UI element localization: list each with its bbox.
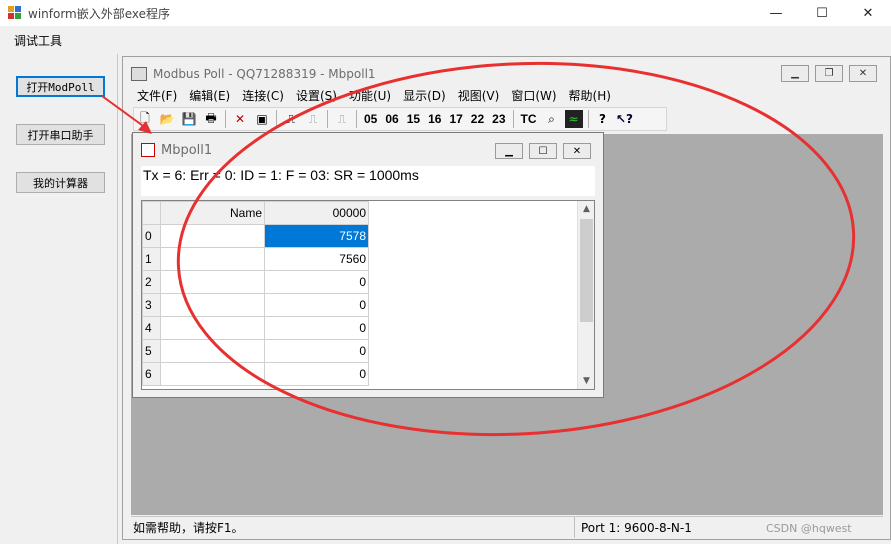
menu-functions[interactable]: 功能(U) xyxy=(349,87,391,105)
header-address[interactable]: 00000 xyxy=(264,201,369,225)
scroll-up-icon[interactable]: ▲ xyxy=(578,201,595,217)
menu-file[interactable]: 文件(F) xyxy=(137,87,177,105)
mbpoll-doc-icon xyxy=(141,143,155,157)
menu-connect[interactable]: 连接(C) xyxy=(242,87,284,105)
mdi-close-button[interactable]: ✕ xyxy=(849,65,877,82)
window-title: winform嵌入外部exe程序 xyxy=(28,6,171,21)
register-table: Name 00000 0 7578 1 7560 2 0 3 0 4 0 5 0… xyxy=(142,201,369,386)
name-cell[interactable] xyxy=(160,247,265,271)
name-cell[interactable] xyxy=(160,316,265,340)
mdi-restore-button[interactable]: ❐ xyxy=(815,65,843,82)
open-serial-assistant-button[interactable]: 打开串口助手 xyxy=(16,124,105,145)
delete-icon[interactable]: ✕ xyxy=(231,110,249,128)
connect-icon[interactable]: ⎍ xyxy=(282,110,300,128)
name-cell[interactable] xyxy=(160,224,265,248)
scroll-thumb[interactable] xyxy=(580,219,593,322)
child-close-button[interactable]: ✕ xyxy=(563,143,591,159)
child-minimize-button[interactable]: ▁ xyxy=(495,143,523,159)
value-cell[interactable]: 0 xyxy=(264,293,369,317)
name-cell[interactable] xyxy=(160,362,265,386)
disconnect-icon[interactable]: ⎍ xyxy=(304,110,322,128)
new-file-icon[interactable]: 🗋 xyxy=(136,110,154,128)
pulse-icon[interactable]: ⎍ xyxy=(333,110,351,128)
my-calculator-button[interactable]: 我的计算器 xyxy=(16,172,105,193)
table-row[interactable]: 5 0 xyxy=(142,339,369,363)
maximize-button[interactable]: ☐ xyxy=(799,0,845,26)
chart-icon[interactable]: ≈ xyxy=(564,110,583,128)
mbpoll1-title: Mbpoll1 xyxy=(161,142,213,158)
menu-tools[interactable]: 调试工具 xyxy=(14,32,62,49)
mbpoll1-titlebar: Mbpoll1 xyxy=(141,141,212,159)
main-menubar: 调试工具 xyxy=(0,28,891,52)
name-cell[interactable] xyxy=(160,339,265,363)
grid-vertical-scrollbar[interactable]: ▲ ▼ xyxy=(577,201,594,389)
menu-help[interactable]: 帮助(H) xyxy=(569,87,611,105)
modbus-poll-title: Modbus Poll - QQ71288319 - Mbpoll1 xyxy=(153,67,376,81)
table-row[interactable]: 3 0 xyxy=(142,293,369,317)
table-row[interactable]: 2 0 xyxy=(142,270,369,294)
scroll-down-icon[interactable]: ▼ xyxy=(578,373,595,389)
watermark: CSDN @hqwest xyxy=(766,522,852,535)
fc-16-button[interactable]: 16 xyxy=(428,112,441,126)
status-port: Port 1: 9600-8-N-1 xyxy=(581,520,692,535)
mdi-minimize-button[interactable]: ▁ xyxy=(781,65,809,82)
value-cell[interactable]: 0 xyxy=(264,270,369,294)
menu-display[interactable]: 显示(D) xyxy=(403,87,446,105)
close-button[interactable]: ✕ xyxy=(845,0,891,26)
menu-window[interactable]: 窗口(W) xyxy=(511,87,556,105)
tc-button[interactable]: TC xyxy=(521,112,537,126)
menu-setup[interactable]: 设置(S) xyxy=(296,87,337,105)
poll-info-line: Tx = 6: Err = 0: ID = 1: F = 03: SR = 10… xyxy=(141,166,595,196)
save-icon[interactable]: 💾 xyxy=(180,110,198,128)
menu-view[interactable]: 视图(V) xyxy=(458,87,500,105)
minimize-button[interactable]: — xyxy=(753,0,799,26)
fc-06-button[interactable]: 06 xyxy=(385,112,398,126)
table-row[interactable]: 0 7578 xyxy=(142,224,369,248)
context-help-icon[interactable]: ↖? xyxy=(616,110,634,128)
value-cell[interactable]: 7578 xyxy=(264,224,369,248)
table-row[interactable]: 4 0 xyxy=(142,316,369,340)
menu-edit[interactable]: 编辑(E) xyxy=(189,87,230,105)
fc-17-button[interactable]: 17 xyxy=(449,112,462,126)
fc-23-button[interactable]: 23 xyxy=(492,112,505,126)
monitor-icon[interactable]: ⌕ xyxy=(543,110,561,128)
mbpoll1-window[interactable]: Mbpoll1 ▁ ☐ ✕ Tx = 6: Err = 0: ID = 1: F… xyxy=(132,132,604,398)
fc-22-button[interactable]: 22 xyxy=(471,112,484,126)
fc-05-button[interactable]: 05 xyxy=(364,112,377,126)
window-titlebar: winform嵌入外部exe程序 — ☐ ✕ xyxy=(0,0,891,26)
print-icon[interactable]: 🖶 xyxy=(202,110,220,128)
help-icon[interactable]: ? xyxy=(594,110,612,128)
modbus-poll-titlebar: Modbus Poll - QQ71288319 - Mbpoll1 xyxy=(131,65,376,83)
value-cell[interactable]: 7560 xyxy=(264,247,369,271)
register-grid[interactable]: Name 00000 0 7578 1 7560 2 0 3 0 4 0 5 0… xyxy=(141,200,595,390)
open-modpoll-button[interactable]: 打开ModPoll xyxy=(16,76,105,97)
table-row[interactable]: 1 7560 xyxy=(142,247,369,271)
status-help-text: 如需帮助，请按F1。 xyxy=(131,517,575,538)
app-icon xyxy=(8,6,22,20)
value-cell[interactable]: 0 xyxy=(264,362,369,386)
modbus-poll-icon xyxy=(131,67,147,81)
open-folder-icon[interactable]: 📂 xyxy=(158,110,176,128)
grid-corner xyxy=(142,201,161,225)
window-icon[interactable]: ▣ xyxy=(253,110,271,128)
value-cell[interactable]: 0 xyxy=(264,339,369,363)
fc-15-button[interactable]: 15 xyxy=(407,112,420,126)
header-name[interactable]: Name xyxy=(160,201,265,225)
value-cell[interactable]: 0 xyxy=(264,316,369,340)
table-row[interactable]: 6 0 xyxy=(142,362,369,386)
left-panel: 打开ModPoll 打开串口助手 我的计算器 xyxy=(0,54,118,544)
name-cell[interactable] xyxy=(160,293,265,317)
modbus-menubar: 文件(F) 编辑(E) 连接(C) 设置(S) 功能(U) 显示(D) 视图(V… xyxy=(131,87,617,105)
modbus-toolbar: 🗋 📂 💾 🖶 ✕ ▣ ⎍ ⎍ ⎍ 05 06 15 16 17 22 23 T… xyxy=(133,107,667,131)
child-maximize-button[interactable]: ☐ xyxy=(529,143,557,159)
name-cell[interactable] xyxy=(160,270,265,294)
